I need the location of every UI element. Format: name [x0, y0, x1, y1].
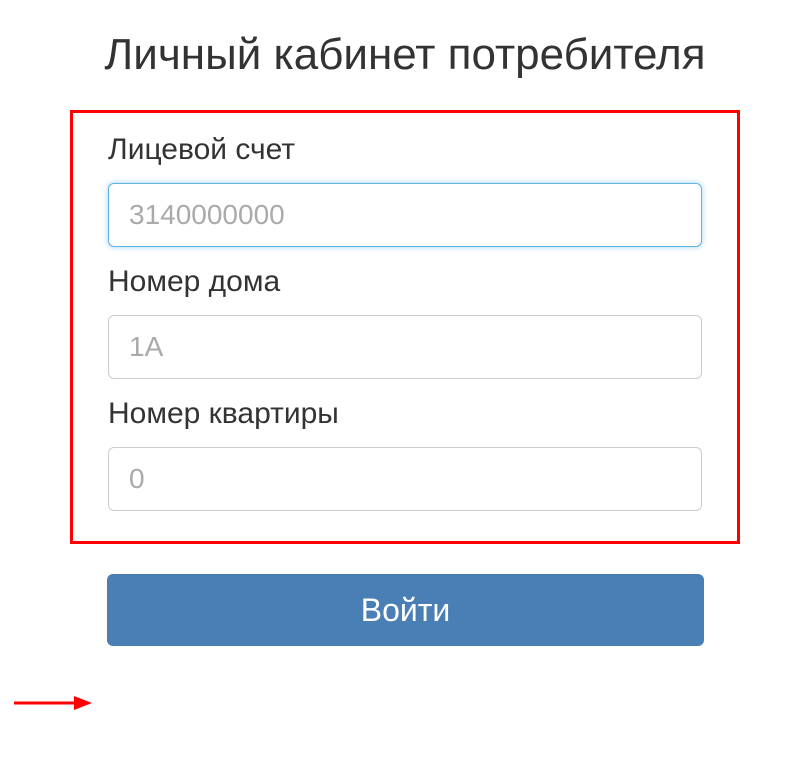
apartment-input[interactable]: [108, 447, 702, 511]
arrow-annotation-icon: [14, 693, 94, 713]
apartment-label: Номер квартиры: [108, 397, 702, 431]
apartment-field-group: Номер квартиры: [108, 397, 702, 511]
house-field-group: Номер дома: [108, 265, 702, 379]
login-form-box: Лицевой счет Номер дома Номер квартиры: [70, 110, 740, 544]
account-label: Лицевой счет: [108, 133, 702, 167]
page-title: Личный кабинет потребителя: [70, 30, 740, 80]
house-input[interactable]: [108, 315, 702, 379]
account-input[interactable]: [108, 183, 702, 247]
login-container: Личный кабинет потребителя Лицевой счет …: [0, 0, 810, 646]
login-button[interactable]: Войти: [107, 574, 704, 646]
account-field-group: Лицевой счет: [108, 133, 702, 247]
house-label: Номер дома: [108, 265, 702, 299]
